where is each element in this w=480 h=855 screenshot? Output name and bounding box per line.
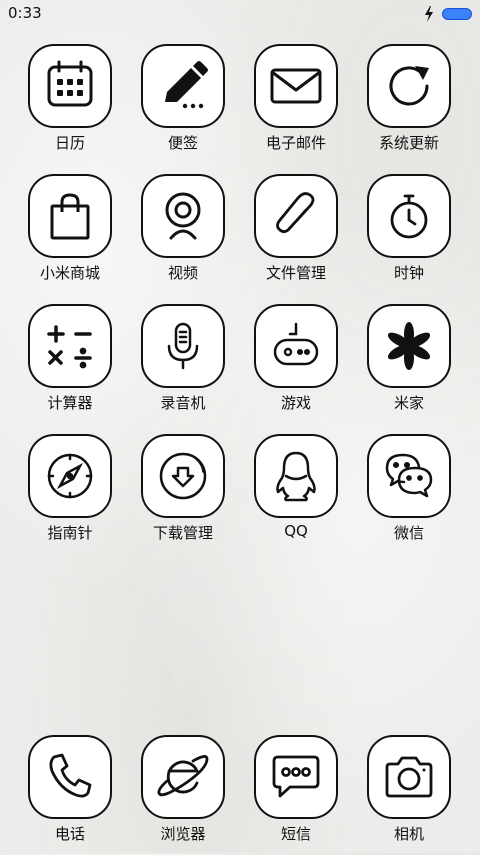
- notes-pencil-icon: [141, 44, 225, 128]
- dock-camera[interactable]: 相机: [359, 735, 459, 855]
- status-bar: 0:33: [0, 0, 480, 28]
- calculator-icon: [28, 304, 112, 388]
- shopping-bag-icon: [28, 174, 112, 258]
- browser-icon: [141, 735, 225, 819]
- app-file-manager[interactable]: 文件管理: [246, 174, 346, 294]
- app-notes[interactable]: 便签: [133, 44, 233, 164]
- app-email[interactable]: 电子邮件: [246, 44, 346, 164]
- mail-icon: [254, 44, 338, 128]
- stopwatch-icon: [367, 174, 451, 258]
- app-label: 录音机: [160, 394, 206, 412]
- app-label: 计算器: [47, 394, 93, 412]
- penguin-icon: [254, 434, 338, 518]
- app-compass[interactable]: 指南针: [20, 434, 120, 554]
- dock-phone[interactable]: 电话: [20, 735, 120, 855]
- battery-icon: [442, 8, 472, 20]
- app-label: 米家: [393, 394, 424, 412]
- download-icon: [141, 434, 225, 518]
- app-label: 便签: [167, 134, 198, 152]
- app-label: 电子邮件: [265, 134, 326, 152]
- wechat-icon: [367, 434, 451, 518]
- app-mijia[interactable]: 米家: [359, 304, 459, 424]
- app-label: 时钟: [393, 264, 424, 282]
- calendar-icon: [28, 44, 112, 128]
- dock-browser[interactable]: 浏览器: [133, 735, 233, 855]
- app-mi-store[interactable]: 小米商城: [20, 174, 120, 294]
- app-wechat[interactable]: 微信: [359, 434, 459, 554]
- app-label: 浏览器: [160, 825, 206, 843]
- app-label: 下载管理: [152, 524, 213, 542]
- app-label: 指南针: [47, 524, 93, 542]
- app-games[interactable]: 游戏: [246, 304, 346, 424]
- charging-bolt-icon: [425, 6, 433, 22]
- video-camera-icon: [141, 174, 225, 258]
- app-label: 电话: [54, 825, 85, 843]
- compass-icon: [28, 434, 112, 518]
- app-clock[interactable]: 时钟: [359, 174, 459, 294]
- app-label: 文件管理: [265, 264, 326, 282]
- app-label: 相机: [393, 825, 424, 843]
- app-label: 系统更新: [378, 134, 439, 152]
- app-label: 短信: [280, 825, 311, 843]
- app-download-manager[interactable]: 下载管理: [133, 434, 233, 554]
- app-label: 日历: [54, 134, 85, 152]
- gamepad-icon: [254, 304, 338, 388]
- microphone-icon: [141, 304, 225, 388]
- phone-icon: [28, 735, 112, 819]
- app-recorder[interactable]: 录音机: [133, 304, 233, 424]
- app-qq[interactable]: QQ: [246, 434, 346, 554]
- app-label: 视频: [167, 264, 198, 282]
- app-video[interactable]: 视频: [133, 174, 233, 294]
- app-label: QQ: [284, 522, 308, 540]
- app-label: 微信: [393, 524, 424, 542]
- paperclip-icon: [254, 174, 338, 258]
- update-icon: [367, 44, 451, 128]
- flower-icon: [367, 304, 451, 388]
- app-label: 小米商城: [39, 264, 100, 282]
- app-calendar[interactable]: 日历: [20, 44, 120, 164]
- dock-messages[interactable]: 短信: [246, 735, 346, 855]
- app-calculator[interactable]: 计算器: [20, 304, 120, 424]
- status-time: 0:33: [8, 4, 42, 22]
- message-icon: [254, 735, 338, 819]
- camera-icon: [367, 735, 451, 819]
- app-label: 游戏: [280, 394, 311, 412]
- app-system-update[interactable]: 系统更新: [359, 44, 459, 164]
